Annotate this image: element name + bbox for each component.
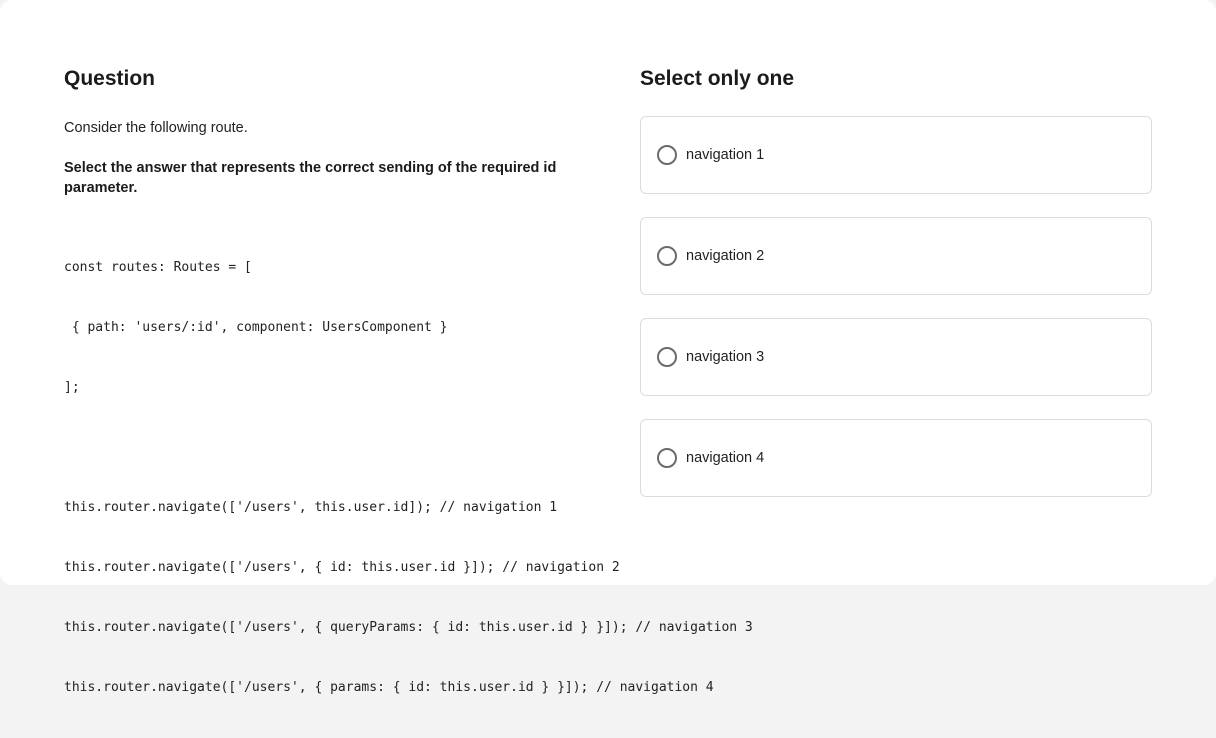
question-heading: Question xyxy=(64,67,156,90)
answer-option-1[interactable]: navigation 1 xyxy=(640,116,1152,194)
code-line: this.router.navigate(['/users', { params… xyxy=(64,680,714,695)
answers-heading: Select only one xyxy=(640,67,795,90)
code-line: this.router.navigate(['/users', { id: th… xyxy=(64,560,620,575)
question-instruction: Select the answer that represents the co… xyxy=(64,160,557,196)
answer-option-label: navigation 1 xyxy=(686,147,765,163)
answers-panel: Select only one navigation 1 navigation … xyxy=(640,64,1152,520)
radio-button-icon[interactable] xyxy=(657,347,677,367)
answer-option-2[interactable]: navigation 2 xyxy=(640,217,1152,295)
answer-option-label: navigation 4 xyxy=(686,450,765,466)
answer-options: navigation 1 navigation 2 navigation 3 n… xyxy=(640,116,1152,497)
answer-option-3[interactable]: navigation 3 xyxy=(640,318,1152,396)
answer-option-4[interactable]: navigation 4 xyxy=(640,419,1152,497)
radio-button-icon[interactable] xyxy=(657,145,677,165)
code-line: this.router.navigate(['/users', { queryP… xyxy=(64,620,753,635)
question-panel: Question Consider the following route. S… xyxy=(64,64,753,738)
question-card: Question Consider the following route. S… xyxy=(0,0,1216,695)
radio-button-icon[interactable] xyxy=(657,246,677,266)
question-intro: Consider the following route. xyxy=(64,120,248,136)
answer-option-label: navigation 3 xyxy=(686,349,765,365)
answer-option-label: navigation 2 xyxy=(686,248,765,264)
radio-button-icon[interactable] xyxy=(657,448,677,468)
